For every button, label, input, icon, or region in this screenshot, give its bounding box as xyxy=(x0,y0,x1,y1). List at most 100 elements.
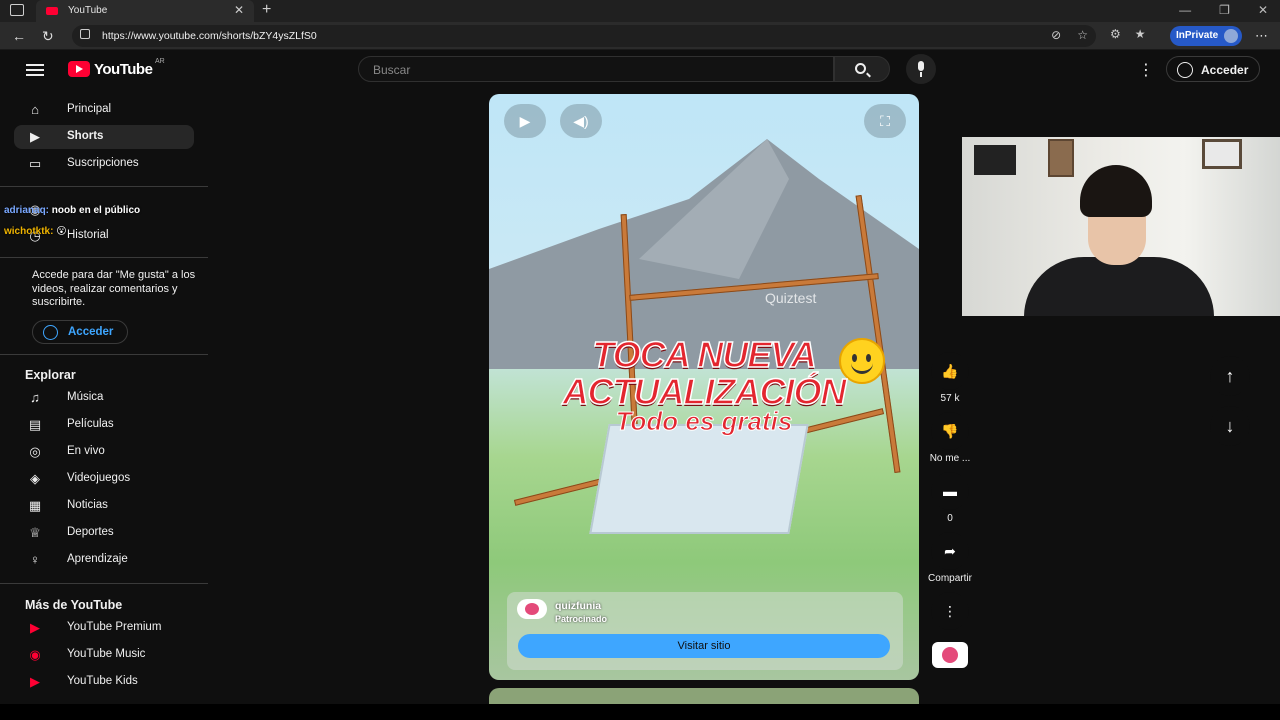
search-input[interactable]: Buscar xyxy=(358,56,834,82)
minimize-icon[interactable]: — xyxy=(1179,3,1191,17)
bottom-strip xyxy=(0,704,1280,720)
chat-user: wichotktk: xyxy=(4,226,54,237)
fullscreen-button[interactable]: ⛶ xyxy=(864,104,906,138)
new-tab-icon[interactable]: + xyxy=(262,1,271,19)
browser-tab-bar: YouTube ✕ + — ❐ ✕ xyxy=(0,0,1280,22)
sidebar-item-musica[interactable]: ♫ Música xyxy=(14,386,194,410)
video-house xyxy=(589,424,809,534)
refresh-icon[interactable]: ↻ xyxy=(42,28,54,45)
account-icon xyxy=(1177,62,1193,78)
dislike-label: No me ... xyxy=(929,453,971,464)
sidebar-sign-in-button[interactable]: Acceder xyxy=(32,320,128,344)
comment-count: 0 xyxy=(947,513,953,524)
youtube-premium-icon: ▶ xyxy=(30,620,40,635)
home-icon: ⌂ xyxy=(31,102,39,117)
youtube-logo-icon[interactable] xyxy=(68,61,90,77)
youtube-favicon-icon xyxy=(46,7,58,15)
sidebar-item-suscripciones[interactable]: ▭ Suscripciones xyxy=(14,152,194,176)
maximize-icon[interactable]: ❐ xyxy=(1219,3,1230,17)
dislike-icon[interactable]: 👎 xyxy=(931,412,969,450)
shorts-video-player[interactable]: ▶ ◀) ⛶ Quiztest TOCA NUEVA ACTUALIZACIÓN… xyxy=(489,94,919,680)
tab-close-icon[interactable]: ✕ xyxy=(234,3,244,17)
sidebar-item-videojuegos[interactable]: ◈ Videojuegos xyxy=(14,467,194,491)
more-youtube-title: Más de YouTube xyxy=(25,598,123,612)
sidebar-item-label: En vivo xyxy=(67,445,105,457)
sidebar-item-label: Aprendizaje xyxy=(67,553,128,565)
favorite-star-icon[interactable]: ☆ xyxy=(1077,28,1088,42)
sidebar-item-aprendizaje[interactable]: ♀ Aprendizaje xyxy=(14,548,194,572)
sign-in-button[interactable]: Acceder xyxy=(1166,56,1260,82)
menu-icon[interactable] xyxy=(26,64,44,76)
sidebar-divider xyxy=(0,186,208,187)
webcam-picture-frame xyxy=(1202,139,1242,169)
volume-icon: ◀) xyxy=(573,113,589,129)
like-icon[interactable]: 👍 xyxy=(931,352,969,390)
tab-title: YouTube xyxy=(68,5,108,16)
voice-search-icon[interactable] xyxy=(906,54,936,84)
search-placeholder: Buscar xyxy=(373,63,411,77)
sidebar-item-deportes[interactable]: ♕ Deportes xyxy=(14,521,194,545)
search-button[interactable] xyxy=(834,56,890,82)
sidebar-item-label: Música xyxy=(67,391,104,403)
sidebar-item-en-vivo[interactable]: ◎ En vivo xyxy=(14,440,194,464)
tab-actions-icon[interactable] xyxy=(10,4,24,16)
webcam-person-hair xyxy=(1080,165,1152,217)
sidebar-item-label: Historial xyxy=(67,229,109,241)
browser-tab[interactable]: YouTube ✕ xyxy=(36,0,254,22)
site-info-icon[interactable] xyxy=(80,29,90,39)
volume-button[interactable]: ◀) xyxy=(560,104,602,138)
like-action[interactable]: 👍 57 k xyxy=(920,352,980,404)
url-text[interactable]: https://www.youtube.com/shorts/bZY4ysZLf… xyxy=(102,30,317,42)
sidebar-item-principal[interactable]: ⌂ Principal xyxy=(14,98,194,122)
next-video-preview[interactable] xyxy=(489,688,919,704)
comment-icon[interactable]: ▬ xyxy=(931,472,969,510)
inprivate-badge[interactable]: InPrivate xyxy=(1170,26,1242,46)
gaming-icon: ◈ xyxy=(30,471,40,486)
more-actions[interactable]: ⋮ xyxy=(920,592,980,630)
sidebar-item-label: Shorts xyxy=(67,130,104,142)
settings-more-icon[interactable]: ⋮ xyxy=(1138,60,1154,80)
tracking-prevention-icon[interactable]: ⊘ xyxy=(1051,28,1061,42)
sidebar-item-youtube-music[interactable]: ◉ YouTube Music xyxy=(14,643,194,667)
sidebar-item-noticias[interactable]: ▦ Noticias xyxy=(14,494,194,518)
webcam-person-body xyxy=(1024,257,1214,316)
next-short-button[interactable]: ↓ xyxy=(1210,406,1250,446)
channel-name[interactable]: quizfunia xyxy=(555,600,601,612)
more-vertical-icon[interactable]: ⋮ xyxy=(931,592,969,630)
dislike-action[interactable]: 👎 No me ... xyxy=(920,412,980,464)
chat-text: noob en el público xyxy=(51,205,141,216)
sidebar-item-shorts[interactable]: ▶ Shorts xyxy=(14,125,194,149)
comments-action[interactable]: ▬ 0 xyxy=(920,472,980,524)
back-icon[interactable]: ← xyxy=(12,28,26,44)
sidebar-item-youtube-premium[interactable]: ▶ YouTube Premium xyxy=(14,616,194,640)
visit-site-button[interactable]: Visitar sitio xyxy=(518,634,890,658)
sidebar-item-label: YouTube Music xyxy=(67,648,146,660)
toolbar-icons: ⚙ ★ xyxy=(1110,27,1146,41)
youtube-kids-icon: ▶ xyxy=(30,674,40,689)
sign-in-label: Acceder xyxy=(68,326,114,338)
explore-title: Explorar xyxy=(25,368,76,382)
url-box[interactable]: https://www.youtube.com/shorts/bZY4ysZLf… xyxy=(72,25,1096,47)
share-icon[interactable]: ➦ xyxy=(931,532,969,570)
share-label: Compartir xyxy=(928,573,972,584)
movies-icon: ▤ xyxy=(28,417,42,432)
channel-logo-icon[interactable] xyxy=(517,599,547,619)
arrow-up-icon: ↑ xyxy=(1225,366,1235,386)
sidebar-item-peliculas[interactable]: ▤ Películas xyxy=(14,413,194,437)
extensions-icon[interactable]: ⚙ xyxy=(1110,27,1121,41)
share-action[interactable]: ➦ Compartir xyxy=(920,532,980,584)
browser-menu-icon[interactable]: ⋯ xyxy=(1255,28,1268,44)
sidebar-item-label: Deportes xyxy=(67,526,114,538)
sidebar-item-label: YouTube Premium xyxy=(67,621,162,633)
close-window-icon[interactable]: ✕ xyxy=(1258,3,1268,17)
favorites-icon[interactable]: ★ xyxy=(1135,27,1146,41)
chat-message: wichotktk: 😮 xyxy=(4,226,67,237)
sidebar: ⌂ Principal ▶ Shorts ▭ Suscripciones ◉ ◷… xyxy=(0,94,210,704)
browser-address-bar: ← ↻ https://www.youtube.com/shorts/bZY4y… xyxy=(0,22,1280,50)
sidebar-item-youtube-kids[interactable]: ▶ YouTube Kids xyxy=(14,670,194,694)
youtube-music-icon: ◉ xyxy=(29,647,41,662)
previous-short-button[interactable]: ↑ xyxy=(1210,356,1250,396)
youtube-wordmark[interactable]: YouTube xyxy=(94,61,153,78)
channel-thumbnail[interactable] xyxy=(932,642,968,668)
play-button[interactable]: ▶ xyxy=(504,104,546,138)
